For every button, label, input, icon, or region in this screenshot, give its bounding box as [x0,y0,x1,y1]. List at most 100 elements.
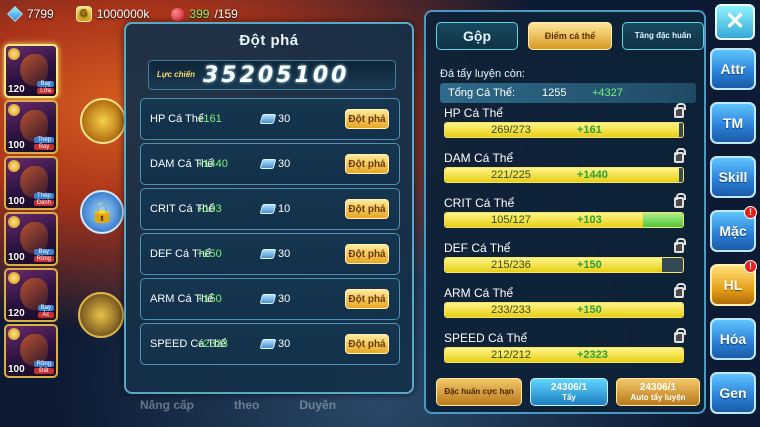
pet-slot[interactable]: 100 Rồng Đất [4,324,58,378]
emblem-icon[interactable] [78,292,124,338]
menu-skill-button[interactable]: Skill [710,156,756,198]
stat-name: DEF Cá Thể [150,248,211,260]
pet-list: 120 Bay Lửa 100 Thép Bay 100 Thép Đánh 100 … [4,44,62,380]
lock-icon[interactable] [674,193,686,208]
menu-equip-button[interactable]: Mặc! [710,206,757,252]
stat-cost: 30 [278,113,291,125]
breakthrough-button[interactable]: Đột phá [345,244,389,264]
skill-orb-icon[interactable] [80,98,126,144]
pet-type-tag: Đánh [33,200,54,206]
background-tabs: Nâng cấp theo Duyên [140,398,336,412]
menu-label: Gen [719,385,747,401]
lock-icon[interactable] [674,103,686,118]
extreme-training-button[interactable]: Đặc huấn cực hạn [436,378,522,406]
stat-bonus: +1440 [197,158,228,170]
menu-label: Attr [720,61,746,77]
pet-type-tag: Lửa [37,88,54,94]
element-icon [8,160,20,172]
tab-follow: theo [234,398,260,412]
breakthrough-panel: Đột phá Lực chiến 35205100 HP Cá Thể +16… [124,22,414,394]
tab-special-training[interactable]: Tăng đặc huấn [622,22,704,50]
element-icon [8,104,20,116]
breakthrough-button[interactable]: Đột phá [345,334,389,354]
combat-power-label: Lực chiến [156,70,196,79]
tab-individual-points[interactable]: Điểm cá thể [528,22,612,50]
stat-bonus: +150 [577,304,602,316]
resource-bar: 7799 G 1000000k 399/159 [7,4,238,24]
menu-evolve-button[interactable]: Hóa [710,318,756,360]
tab-merge[interactable]: Gộp [436,22,518,50]
stat-bar: 269/273 +161 [444,122,684,138]
stat-row: CRIT Cá Thể 105/127 +103 [444,193,694,238]
pet-type-tag: Bay [33,249,54,255]
auto-wash-count: 24306/1 [639,382,677,393]
total-label: Tổng Cá Thể: [448,87,516,99]
stat-bonus: +103 [577,214,602,226]
pet-slot[interactable]: 120 Bay Lửa [4,44,58,98]
total-value: 1255 [542,87,567,99]
breakthrough-button[interactable]: Đột phá [345,289,389,309]
lock-icon[interactable]: 🔒 [80,190,124,234]
total-bonus: +4327 [592,87,623,99]
stat-name: ARM Cá Thể [150,293,214,305]
stat-cost: 30 [278,293,291,305]
pet-type-tag: Bay [34,144,54,150]
scroll-icon [259,204,277,214]
pet-type-tag: Rồng [33,361,54,367]
lock-icon[interactable] [674,283,686,298]
pet-type-tag: Ác [37,312,54,318]
total-individual: Tổng Cá Thể: 1255 +4327 [440,83,696,103]
combat-power-value: 35205100 [203,62,350,88]
stat-name: CRIT Cá Thể [444,196,515,210]
pet-slot[interactable]: 100 Bay Rồng [4,212,58,266]
element-icon [8,216,20,228]
scroll-icon [259,114,277,124]
breakthrough-button[interactable]: Đột phá [345,109,389,129]
coin-counter: G 1000000k [75,6,150,22]
menu-attr-button[interactable]: Attr [710,48,756,90]
stat-current: 215/236 [491,259,531,271]
gem-counter: 7799 [7,6,54,22]
pet-slot[interactable]: 100 Thép Bay [4,100,58,154]
menu-label: TM [722,115,744,131]
scroll-icon [259,249,277,259]
remaining-stones-label: Đá tẩy luyện còn: [440,68,525,80]
pet-slot[interactable]: 120 Bay Ác [4,268,58,322]
stat-bonus: +103 [197,203,222,215]
breakthrough-button[interactable]: Đột phá [345,154,389,174]
tab-affinity: Duyên [299,398,337,412]
lock-icon[interactable] [674,148,686,163]
stat-current: 105/127 [491,214,531,226]
lock-icon[interactable] [674,328,686,343]
coin-amount: 1000000k [96,7,150,21]
stat-bonus: +161 [577,124,602,136]
menu-hl-button[interactable]: HL! [710,260,757,306]
breakthrough-button[interactable]: Đột phá [345,199,389,219]
wash-count: 24306/1 [550,382,588,393]
stat-bar: 212/212 +2323 [444,347,684,363]
stat-cost: 10 [278,203,291,215]
pet-slot[interactable]: 100 Thép Đánh [4,156,58,210]
stat-name: CRIT Cá Thể [150,203,215,215]
element-icon [8,48,20,60]
menu-gen-button[interactable]: Gen [710,372,756,414]
stat-bar: 215/236 +150 [444,257,684,273]
menu-tm-button[interactable]: TM [710,102,756,144]
stat-bonus: +150 [577,259,602,271]
pet-level: 100 [8,140,25,151]
stat-name: SPEED Cá Thể [444,331,528,345]
lock-icon[interactable] [674,238,686,253]
stat-bonus: +2323 [577,349,608,361]
combat-power: Lực chiến 35205100 [148,60,396,90]
stamina-icon [171,7,185,21]
auto-wash-button[interactable]: 24306/1 Auto tẩy luyện [616,378,700,406]
stat-bar: 105/127 +103 [444,212,684,228]
pet-type-tag: Rồng [33,256,54,262]
stat-row: DEF Cá Thể 215/236 +150 [444,238,694,283]
stat-name: DAM Cá Thể [150,158,214,170]
alert-badge: ! [744,260,757,273]
close-button[interactable]: ✕ [715,4,755,40]
wash-button[interactable]: 24306/1 Tẩy [530,378,608,406]
pet-level: 100 [8,364,25,375]
stat-name: ARM Cá Thể [444,286,514,300]
